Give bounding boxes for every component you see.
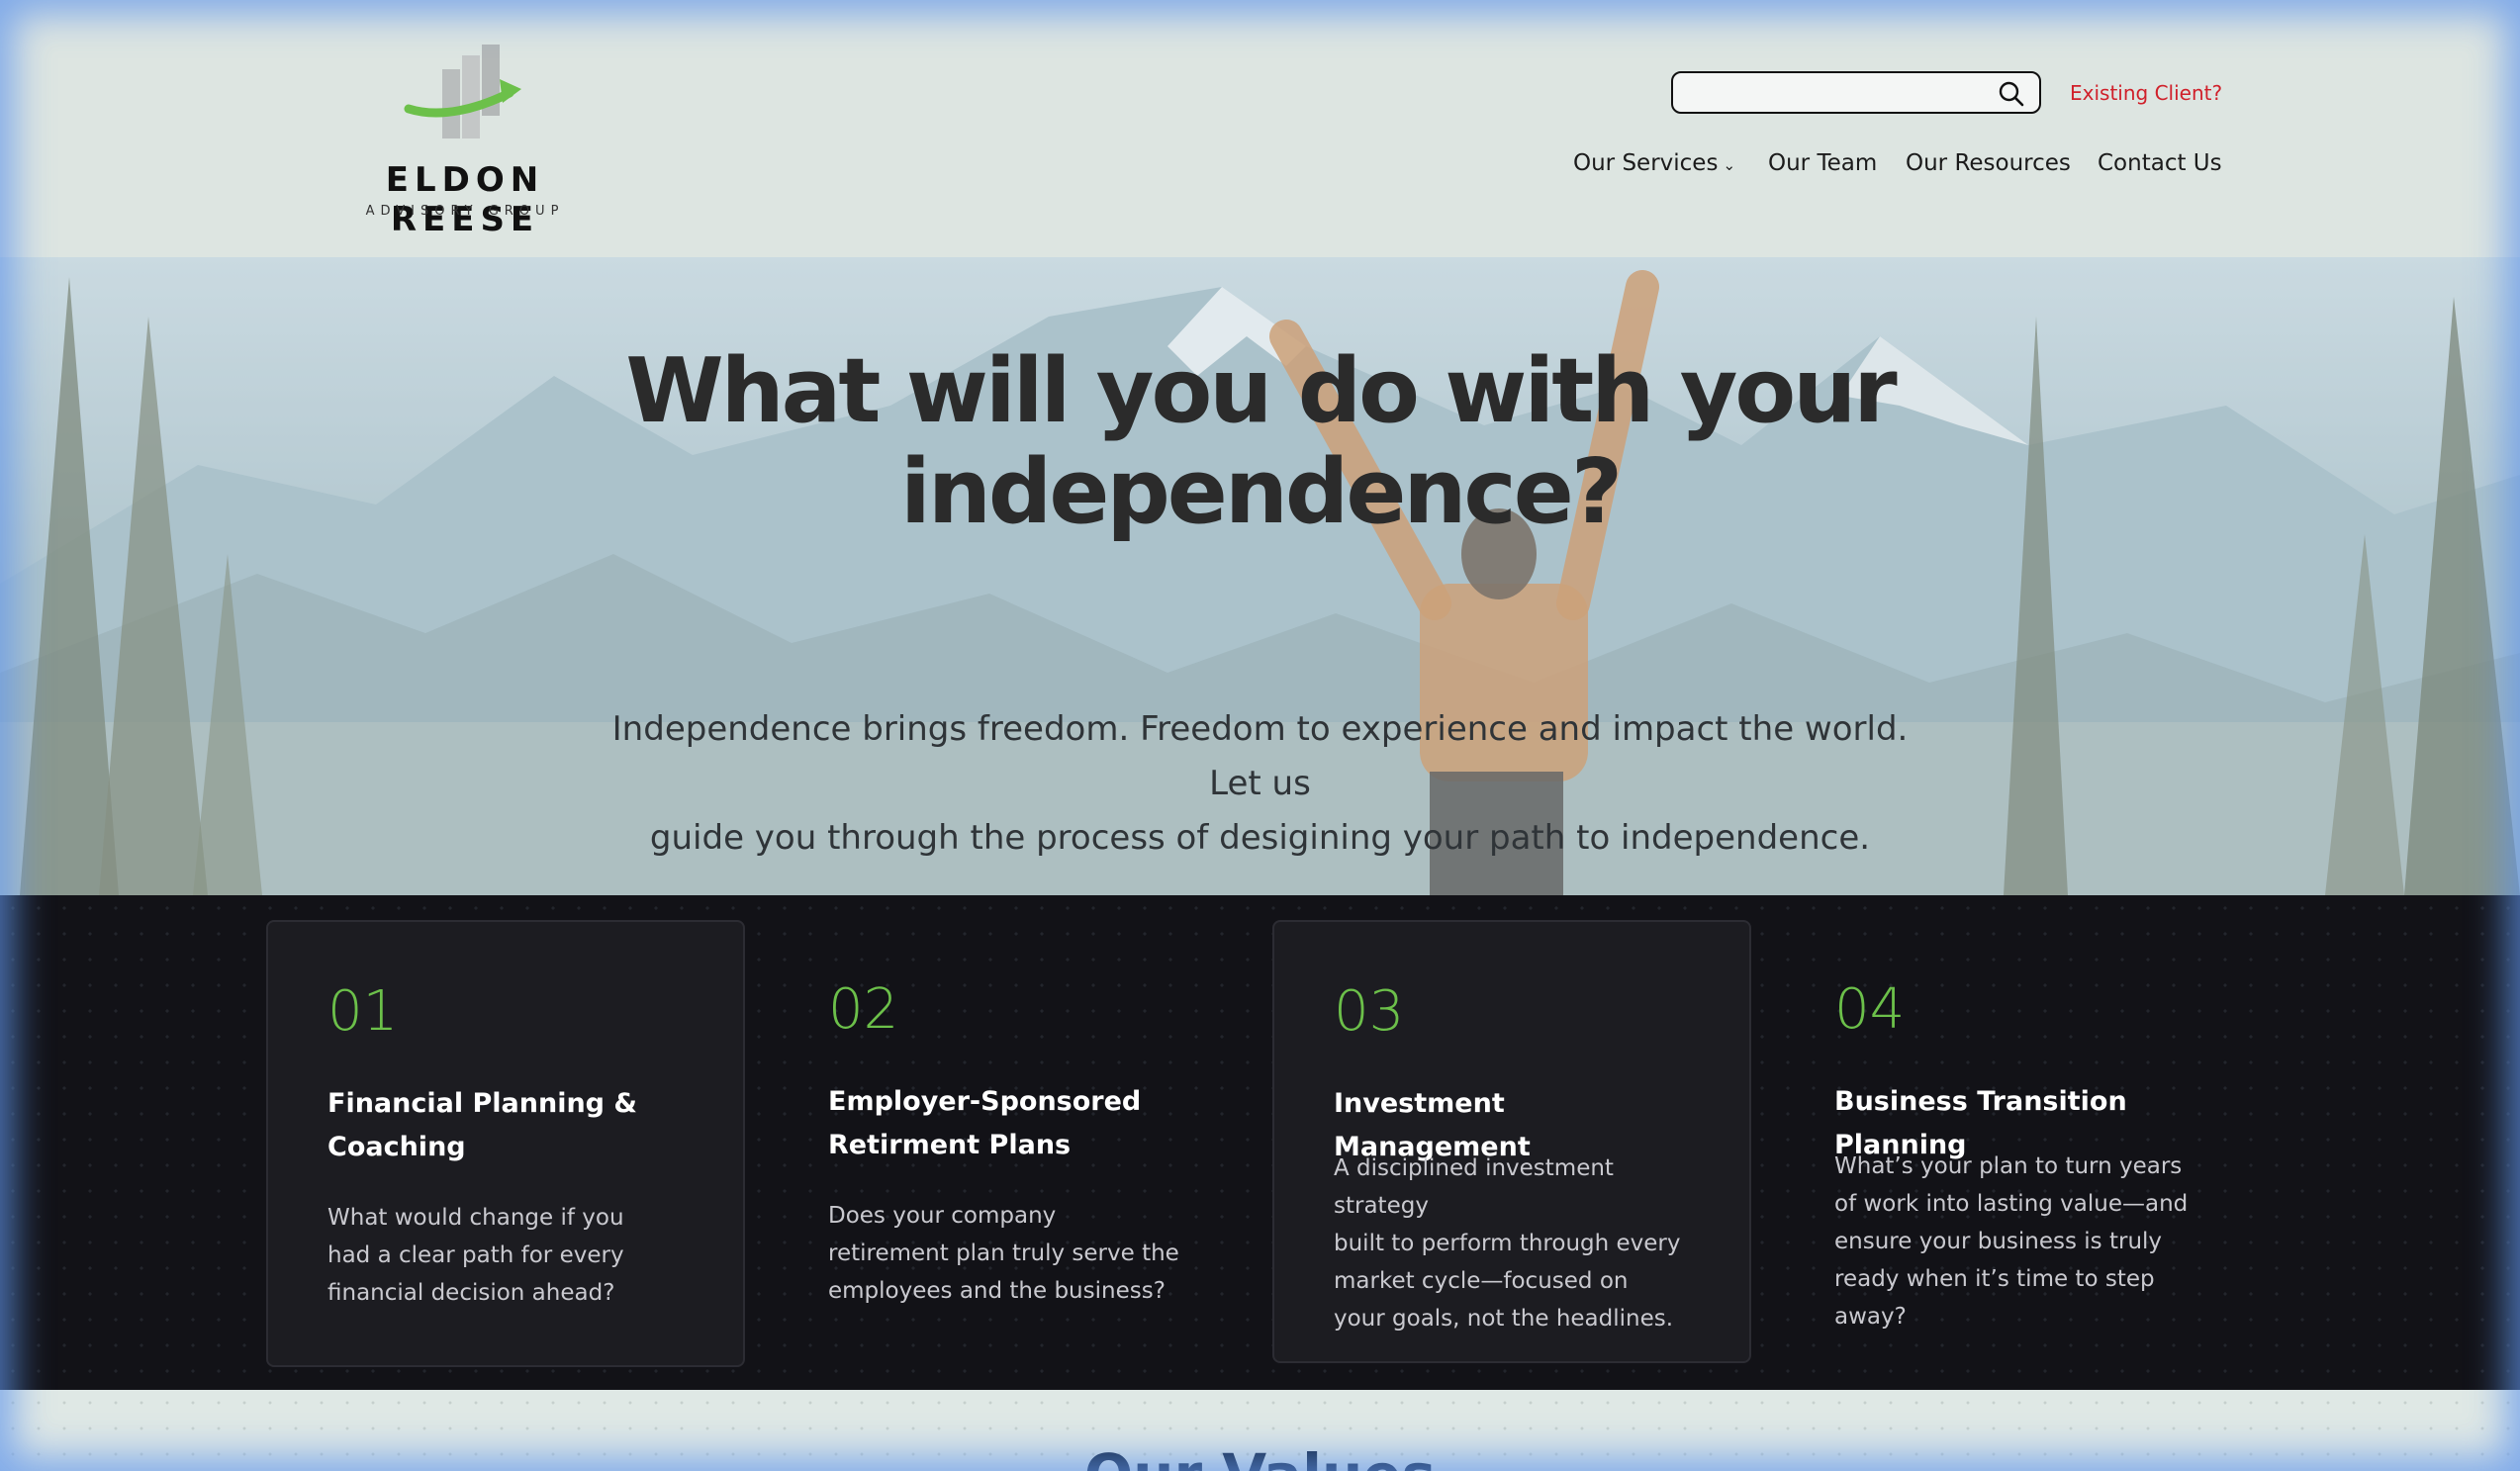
brand-logo[interactable]: ELDON REESE ADVISORY GROUP	[317, 40, 613, 239]
services-section: 01 Financial Planning & Coaching What wo…	[0, 895, 2520, 1390]
service-desc-line: What’s your plan to turn years	[1834, 1153, 2183, 1179]
service-desc-line: built to perform through every	[1334, 1231, 1681, 1256]
existing-client-link[interactable]: Existing Client?	[2070, 81, 2222, 105]
hero-title-line: independence?	[899, 440, 1623, 544]
service-title-line: Financial Planning &	[327, 1088, 637, 1119]
service-desc-line: of work into lasting value—and	[1834, 1191, 2189, 1217]
service-title-line: Coaching	[327, 1132, 466, 1162]
hero-title-line: What will you do with your	[625, 339, 1897, 443]
site-header: ELDON REESE ADVISORY GROUP Existing Clie…	[0, 0, 2520, 257]
service-number: 03	[1334, 979, 1405, 1044]
hero-subtitle-line: guide you through the process of desigin…	[649, 818, 1871, 858]
service-card[interactable]: 01 Financial Planning & Coaching What wo…	[266, 920, 745, 1367]
brand-name: ELDON REESE	[385, 160, 545, 239]
service-desc-line: market cycle—focused on	[1334, 1268, 1629, 1294]
search-input[interactable]	[1685, 79, 1986, 109]
hero-subtitle: Independence brings freedom. Freedom to …	[594, 702, 1926, 866]
logo-bars-arrow-icon	[404, 45, 521, 138]
service-desc-line: employees and the business?	[828, 1278, 1166, 1304]
hero-section: What will you do with your independence?…	[0, 257, 2520, 895]
service-number: 02	[828, 977, 899, 1042]
main-nav: Our Services ⌄ Our Team Our Resources Con…	[1573, 150, 2222, 186]
service-description: A disciplined investment strategy built …	[1334, 1149, 1690, 1337]
service-desc-line: Does your company	[828, 1203, 1057, 1229]
service-number: 04	[1834, 977, 1906, 1042]
chevron-down-icon: ⌄	[1723, 156, 1736, 174]
nav-our-team[interactable]: Our Team	[1768, 150, 1877, 176]
service-title-line: Employer-Sponsored	[828, 1086, 1142, 1117]
hero-subtitle-line: Independence brings freedom. Freedom to …	[611, 709, 1909, 803]
service-desc-line: ensure your business is truly	[1834, 1229, 2163, 1254]
values-section: Our Values	[0, 1390, 2520, 1471]
service-title: Employer-Sponsored Retirment Plans	[828, 1080, 1204, 1167]
nav-our-services-label: Our Services	[1573, 150, 1719, 176]
search-box	[1671, 71, 2041, 114]
service-desc-line: retirement plan truly serve the	[828, 1241, 1179, 1266]
service-number: 01	[327, 979, 399, 1044]
service-desc-line: had a clear path for every	[327, 1242, 624, 1268]
service-card[interactable]: 04 Business Transition Planning What’s y…	[1775, 920, 2254, 1367]
service-title-line: Retirment Plans	[828, 1130, 1072, 1160]
service-desc-line: your goals, not the headlines.	[1334, 1306, 1674, 1332]
nav-our-services[interactable]: Our Services ⌄	[1573, 150, 1735, 176]
service-card[interactable]: 02 Employer-Sponsored Retirment Plans Do…	[769, 920, 1248, 1367]
brand-tagline: ADVISORY GROUP	[365, 204, 565, 219]
search-icon[interactable]	[1998, 80, 2025, 108]
service-description: What would change if you had a clear pat…	[327, 1199, 684, 1312]
service-desc-line: What would change if you	[327, 1205, 624, 1231]
service-desc-line: financial decision ahead?	[327, 1280, 615, 1306]
nav-our-resources[interactable]: Our Resources	[1906, 150, 2071, 176]
service-desc-line: ready when it’s time to step away?	[1834, 1266, 2155, 1330]
service-description: What’s your plan to turn years of work i…	[1834, 1148, 2230, 1335]
nav-contact-us[interactable]: Contact Us	[2098, 150, 2222, 176]
service-title: Financial Planning & Coaching	[327, 1082, 703, 1169]
service-description: Does your company retirement plan truly …	[828, 1197, 1184, 1310]
values-heading: Our Values	[0, 1441, 2520, 1471]
service-desc-line: A disciplined investment strategy	[1334, 1155, 1614, 1219]
hero-title: What will you do with your independence?	[554, 341, 1966, 543]
service-card[interactable]: 03 Investment Management A disciplined i…	[1272, 920, 1751, 1363]
